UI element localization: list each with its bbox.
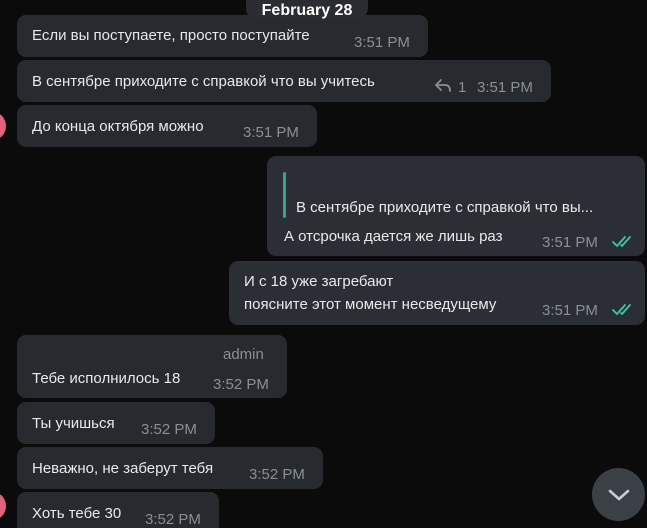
message-text: В сентябре приходите с справкой что вы у… (32, 73, 375, 90)
scroll-down-button[interactable] (592, 468, 645, 521)
message-time: 3:52 PM (141, 421, 197, 438)
message-bubble-outgoing[interactable]: И с 18 уже загребают поясните этот момен… (229, 261, 645, 325)
message-text-line: И с 18 уже загребают (244, 273, 394, 290)
avatar[interactable] (0, 492, 6, 520)
chat-area[interactable]: Если вы поступаете, просто поступайте 3:… (0, 0, 647, 528)
quoted-message-text[interactable]: В сентябре приходите с справкой что вы..… (296, 199, 593, 216)
avatar[interactable] (0, 112, 6, 140)
message-bubble[interactable]: До конца октября можно 3:51 PM (17, 105, 317, 147)
message-time: 3:51 PM (542, 234, 598, 251)
chevron-down-icon (608, 488, 630, 507)
message-text: Тебе исполнилось 18 (32, 370, 181, 387)
date-separator: February 28 (246, 0, 368, 20)
message-time: 3:52 PM (213, 376, 269, 393)
message-bubble[interactable]: Неважно, не заберут тебя 3:52 PM (17, 447, 323, 489)
double-check-icon (612, 302, 636, 321)
reply-count[interactable]: 1 (458, 79, 466, 97)
author-badge: admin (223, 346, 264, 363)
message-text: Хоть тебе 30 (32, 505, 122, 522)
message-bubble[interactable]: Ты учишься 3:52 PM (17, 402, 215, 444)
message-text: Если вы поступаете, просто поступайте (32, 27, 310, 44)
message-time: 3:51 PM (354, 34, 410, 51)
message-time: 3:51 PM (477, 79, 533, 96)
message-bubble[interactable]: В сентябре приходите с справкой что вы у… (17, 60, 551, 102)
message-time: 3:52 PM (249, 466, 305, 483)
message-text: До конца октября можно (32, 118, 204, 135)
message-text: А отсрочка дается же лишь раз (284, 228, 503, 245)
message-text: Неважно, не заберут тебя (32, 460, 214, 477)
double-check-icon (612, 234, 636, 253)
reply-arrow-icon[interactable] (434, 78, 452, 94)
message-bubble[interactable]: admin Тебе исполнилось 18 3:52 PM (17, 335, 287, 398)
message-bubble[interactable]: Хоть тебе 30 3:52 PM (17, 492, 219, 528)
message-text: Ты учишься (32, 415, 115, 432)
message-time: 3:51 PM (243, 124, 299, 141)
message-text-line: поясните этот момент несведущему (244, 296, 497, 313)
quote-bar (283, 172, 286, 218)
message-time: 3:51 PM (542, 302, 598, 319)
message-bubble[interactable]: Если вы поступаете, просто поступайте 3:… (17, 15, 428, 57)
message-time: 3:52 PM (145, 511, 201, 528)
